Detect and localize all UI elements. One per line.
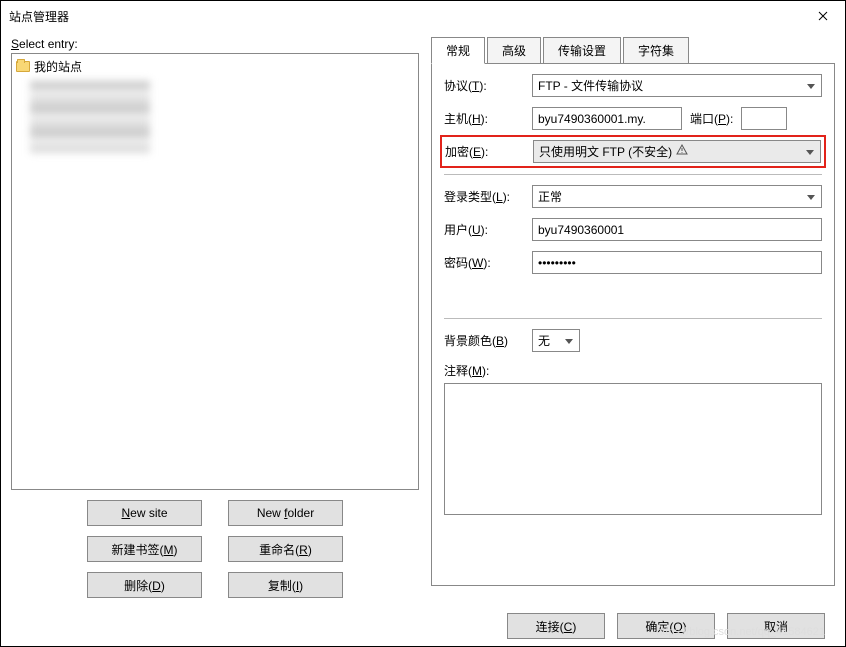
new-folder-button[interactable]: New folder <box>228 500 343 526</box>
password-input[interactable]: ••••••••• <box>532 251 822 274</box>
general-panel: 协议(T): FTP - 文件传输协议 主机(H): byu7490360001… <box>431 64 835 586</box>
warning-icon <box>676 144 688 159</box>
user-input[interactable]: byu7490360001 <box>532 218 822 241</box>
left-pane: Select entry: 我的站点 New site New folder 新… <box>11 37 419 606</box>
copy-button[interactable]: 复制(I) <box>228 572 343 598</box>
bgcolor-label: 背景颜色(B) <box>444 332 524 349</box>
right-pane: 常规 高级 传输设置 字符集 协议(T): FTP - 文件传输协议 主机(H)… <box>431 37 835 606</box>
tab-charset[interactable]: 字符集 <box>623 37 689 64</box>
divider-1 <box>444 174 822 175</box>
logon-label: 登录类型(L): <box>444 188 524 205</box>
port-label: 端口(P): <box>690 110 733 127</box>
left-button-grid: New site New folder 新建书签(M) 重命名(R) 删除(D)… <box>11 490 419 606</box>
tab-transfer[interactable]: 传输设置 <box>543 37 621 64</box>
dialog-body: Select entry: 我的站点 New site New folder 新… <box>1 31 845 606</box>
tab-bar: 常规 高级 传输设置 字符集 <box>431 37 835 64</box>
close-icon <box>818 11 828 21</box>
folder-icon <box>16 61 30 72</box>
select-entry-label: Select entry: <box>11 37 419 53</box>
comment-textarea[interactable] <box>444 383 822 515</box>
connect-button[interactable]: 连接(C) <box>507 613 605 639</box>
site-manager-dialog: 站点管理器 Select entry: 我的站点 New site New fo… <box>0 0 846 647</box>
tab-advanced[interactable]: 高级 <box>487 37 541 64</box>
user-label: 用户(U): <box>444 221 524 238</box>
window-title: 站点管理器 <box>9 8 69 25</box>
encryption-row: 加密(E): 只使用明文 FTP (不安全) <box>445 140 821 163</box>
footer: 连接(C) 确定(O) 取消 <box>1 606 845 646</box>
encryption-select[interactable]: 只使用明文 FTP (不安全) <box>533 140 821 163</box>
protocol-select[interactable]: FTP - 文件传输协议 <box>532 74 822 97</box>
new-bookmark-button[interactable]: 新建书签(M) <box>87 536 202 562</box>
comment-label: 注释(M): <box>444 362 822 379</box>
blurred-sites <box>30 81 150 153</box>
encryption-highlight: 加密(E): 只使用明文 FTP (不安全) <box>440 135 826 168</box>
tree-root[interactable]: 我的站点 <box>16 58 414 75</box>
password-label: 密码(W): <box>444 254 524 271</box>
bgcolor-select[interactable]: 无 <box>532 329 580 352</box>
tab-general[interactable]: 常规 <box>431 37 485 64</box>
rename-button[interactable]: 重命名(R) <box>228 536 343 562</box>
protocol-label: 协议(T): <box>444 77 524 94</box>
root-folder-label: 我的站点 <box>34 58 82 75</box>
bgcolor-row: 背景颜色(B) 无 <box>444 329 822 352</box>
password-row: 密码(W): ••••••••• <box>444 251 822 274</box>
encryption-label: 加密(E): <box>445 143 525 160</box>
logon-select[interactable]: 正常 <box>532 185 822 208</box>
delete-button[interactable]: 删除(D) <box>87 572 202 598</box>
port-input[interactable] <box>741 107 787 130</box>
close-button[interactable] <box>801 1 845 31</box>
ok-button[interactable]: 确定(O) <box>617 613 715 639</box>
spacer <box>444 284 822 312</box>
logon-row: 登录类型(L): 正常 <box>444 185 822 208</box>
protocol-row: 协议(T): FTP - 文件传输协议 <box>444 74 822 97</box>
host-row: 主机(H): byu7490360001.my. 端口(P): <box>444 107 822 130</box>
titlebar: 站点管理器 <box>1 1 845 31</box>
new-site-button[interactable]: New site <box>87 500 202 526</box>
host-label: 主机(H): <box>444 110 524 127</box>
cancel-button[interactable]: 取消 <box>727 613 825 639</box>
user-row: 用户(U): byu7490360001 <box>444 218 822 241</box>
host-input[interactable]: byu7490360001.my. <box>532 107 682 130</box>
site-tree[interactable]: 我的站点 <box>11 53 419 490</box>
divider-2 <box>444 318 822 319</box>
